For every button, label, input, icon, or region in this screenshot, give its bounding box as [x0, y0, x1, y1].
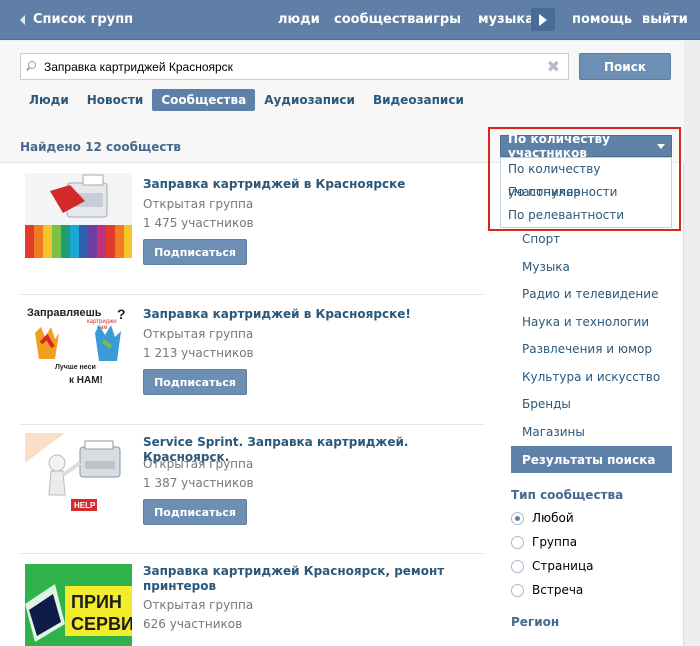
type-option-page[interactable]: Страница: [511, 559, 594, 573]
subscribe-button[interactable]: Подписаться: [143, 499, 247, 525]
nav-communities[interactable]: сообщества: [334, 12, 424, 27]
search-icon: [28, 61, 36, 69]
type-option-label: Страница: [532, 559, 594, 573]
type-option-any[interactable]: Любой: [511, 511, 574, 525]
category-brands[interactable]: Бренды: [522, 397, 571, 411]
community-avatar[interactable]: ПРИН СЕРВИ: [25, 564, 132, 646]
search-input[interactable]: Заправка картриджей Красноярск ✖: [20, 53, 569, 80]
community-type-heading: Тип сообщества: [511, 488, 624, 502]
tab-people[interactable]: Люди: [20, 89, 78, 111]
divider: [20, 294, 484, 295]
community-type: Открытая группа: [143, 598, 254, 612]
community-avatar[interactable]: Заправляешь картриджи сам ? Лучше неси к…: [25, 303, 132, 388]
nav-music[interactable]: музыка: [478, 12, 534, 27]
community-avatar[interactable]: HELP: [25, 433, 132, 518]
community-members: 626 участников: [143, 617, 243, 631]
tab-communities[interactable]: Сообщества: [152, 89, 256, 111]
tab-audio[interactable]: Аудиозаписи: [255, 89, 364, 111]
avatar-text: к НАМ!: [69, 375, 103, 386]
category-search-results[interactable]: Результаты поиска: [511, 446, 672, 473]
category-culture[interactable]: Культура и искусство: [522, 370, 660, 384]
community-title[interactable]: Заправка картриджей в Красноярске!: [143, 307, 483, 322]
divider: [20, 553, 484, 554]
community-type: Открытая группа: [143, 327, 254, 341]
back-to-groups-link[interactable]: Список групп: [20, 12, 133, 27]
radio[interactable]: [511, 559, 524, 573]
category-science[interactable]: Наука и технологии: [522, 315, 649, 329]
tab-video[interactable]: Видеозаписи: [364, 89, 473, 111]
highlight-box: [488, 127, 681, 231]
community-members: 1 213 участников: [143, 346, 254, 360]
search-tabs: Люди Новости Сообщества Аудиозаписи Виде…: [20, 89, 473, 111]
chevron-left-icon: [20, 14, 25, 25]
radio[interactable]: [511, 535, 524, 549]
radio-checked[interactable]: [511, 511, 524, 525]
type-option-label: Группа: [532, 535, 578, 549]
category-entertainment[interactable]: Развлечения и юмор: [522, 342, 652, 356]
type-option-group[interactable]: Группа: [511, 535, 577, 549]
community-title[interactable]: Заправка картриджей в Красноярске: [143, 177, 483, 192]
avatar-text: Заправляешь: [27, 307, 102, 319]
search-value: Заправка картриджей Красноярск: [44, 60, 233, 74]
clear-icon[interactable]: ✖: [547, 57, 560, 76]
community-members: 1 475 участников: [143, 216, 254, 230]
type-option-label: Любой: [532, 511, 574, 525]
type-option-event[interactable]: Встреча: [511, 583, 583, 597]
nav-people[interactable]: люди: [278, 12, 320, 27]
category-shops[interactable]: Магазины: [522, 425, 585, 439]
back-label: Список групп: [33, 12, 134, 27]
category-music[interactable]: Музыка: [522, 260, 570, 274]
avatar-text: Лучше неси: [55, 364, 96, 371]
avatar-text: ?: [117, 306, 126, 322]
avatar-text: HELP: [74, 501, 96, 510]
tab-news[interactable]: Новости: [78, 89, 153, 111]
search-button[interactable]: Поиск: [579, 53, 671, 80]
subscribe-button[interactable]: Подписаться: [143, 369, 247, 395]
play-icon[interactable]: [531, 8, 555, 31]
avatar-text: СЕРВИ: [71, 614, 132, 634]
subscribe-button[interactable]: Подписаться: [143, 239, 247, 265]
category-sport[interactable]: Спорт: [522, 232, 560, 246]
nav-logout[interactable]: выйти: [642, 12, 688, 27]
nav-games[interactable]: игры: [424, 12, 461, 27]
top-bar: Список групп люди сообщества игры музыка…: [0, 0, 700, 40]
radio[interactable]: [511, 583, 524, 597]
divider: [20, 424, 484, 425]
community-title[interactable]: Заправка картриджей Красноярск, ремонт п…: [143, 564, 483, 594]
results-count: Найдено 12 сообществ: [20, 140, 182, 154]
community-members: 1 387 участников: [143, 476, 254, 490]
type-option-label: Встреча: [532, 583, 584, 597]
nav-help[interactable]: помощь: [572, 12, 632, 27]
category-radio-tv[interactable]: Радио и телевидение: [522, 287, 658, 301]
community-type: Открытая группа: [143, 457, 254, 471]
community-avatar[interactable]: [25, 173, 132, 258]
region-heading: Регион: [511, 615, 560, 629]
avatar-text: ПРИН: [71, 592, 122, 612]
community-type: Открытая группа: [143, 197, 254, 211]
